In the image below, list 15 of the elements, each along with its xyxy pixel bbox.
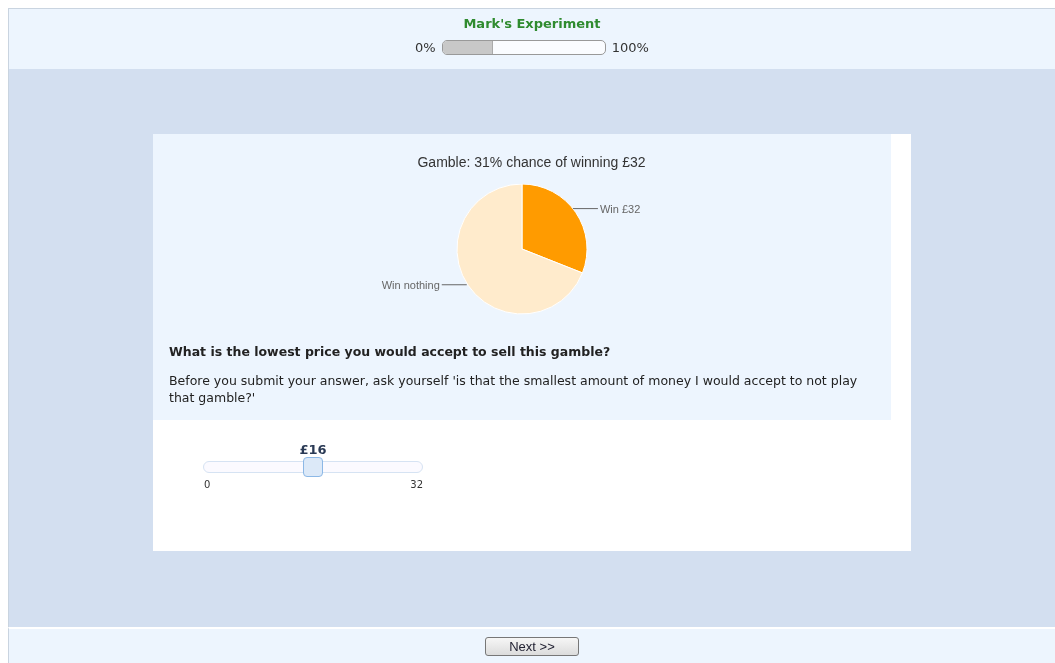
leader-line [571,208,598,210]
instruction-text: Before you submit your answer, ask yourself 'is that the smallest amount of money I would accept to not play that gamble?' [169,372,859,406]
progress-start-label: 0% [415,40,436,55]
slider-thumb[interactable] [303,457,323,477]
slider-value: £16 [299,442,327,457]
slice-label: Win £32 [599,202,640,215]
next-button[interactable]: Next >> [485,637,579,656]
chart-title: Gamble: 31% chance of winning £32 [417,154,646,170]
slider-min-label: 0 [204,479,211,490]
slice-label: Win nothing [381,278,440,291]
slider-max-label: 32 [410,479,423,490]
question-text: What is the lowest price you would accept to sell this gamble? [169,344,612,359]
survey-title: Mark's Experiment [463,16,601,31]
leader-line [440,284,467,286]
progress-end-label: 100% [611,40,649,55]
